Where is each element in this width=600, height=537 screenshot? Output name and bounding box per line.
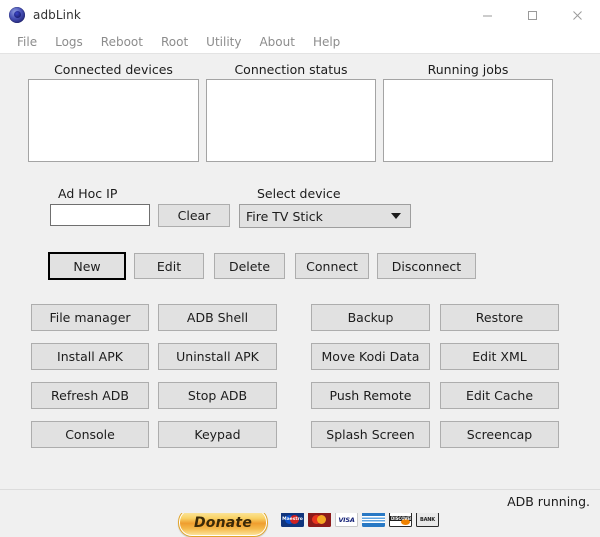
menu-item-about[interactable]: About: [250, 31, 303, 53]
chevron-down-icon: [391, 213, 401, 219]
window-controls: [465, 0, 600, 30]
menu-item-root[interactable]: Root: [152, 31, 197, 53]
bank-card-label: BANK: [420, 516, 435, 523]
stop-adb-button[interactable]: Stop ADB: [158, 382, 277, 409]
maestro-card-label: Maestro: [282, 517, 303, 522]
connection-status-list[interactable]: [206, 79, 376, 162]
main-content: Connected devices Connection status Runn…: [0, 54, 600, 537]
console-button[interactable]: Console: [31, 421, 149, 448]
visa-card-label: VISA: [338, 515, 355, 524]
close-icon[interactable]: [555, 0, 600, 30]
screencap-button[interactable]: Screencap: [440, 421, 559, 448]
disconnect-button[interactable]: Disconnect: [377, 253, 476, 279]
bank-card-icon: BANK: [416, 512, 439, 527]
select-device-value: Fire TV Stick: [246, 208, 323, 224]
install-apk-button[interactable]: Install APK: [31, 343, 149, 370]
delete-button[interactable]: Delete: [214, 253, 285, 279]
refresh-adb-button[interactable]: Refresh ADB: [31, 382, 149, 409]
menu-item-file[interactable]: File: [8, 31, 46, 53]
adhoc-ip-input[interactable]: [50, 204, 150, 226]
menu-item-utility[interactable]: Utility: [197, 31, 250, 53]
select-device-dropdown[interactable]: Fire TV Stick: [239, 204, 411, 228]
running-jobs-label: Running jobs: [427, 62, 509, 77]
move-kodi-data-button[interactable]: Move Kodi Data: [311, 343, 430, 370]
adb-shell-button[interactable]: ADB Shell: [158, 304, 277, 331]
edit-cache-button[interactable]: Edit Cache: [440, 382, 559, 409]
status-bar: ADB running.: [0, 489, 600, 513]
uninstall-apk-button[interactable]: Uninstall APK: [158, 343, 277, 370]
maestro-card-icon: Maestro: [281, 512, 304, 527]
maximize-icon[interactable]: [510, 0, 555, 30]
status-text: ADB running.: [507, 494, 590, 509]
file-manager-button[interactable]: File manager: [31, 304, 149, 331]
visa-card-icon: VISA: [335, 512, 358, 527]
menu-item-reboot[interactable]: Reboot: [92, 31, 152, 53]
connected-devices-list[interactable]: [28, 79, 199, 162]
window-title: adbLink: [33, 8, 81, 22]
select-device-label: Select device: [257, 186, 341, 201]
discover-card-label: DISCOVER: [391, 515, 412, 521]
menu-bar: File Logs Reboot Root Utility About Help: [0, 30, 600, 54]
edit-button[interactable]: Edit: [134, 253, 204, 279]
connect-button[interactable]: Connect: [295, 253, 369, 279]
restore-button[interactable]: Restore: [440, 304, 559, 331]
amex-card-icon: [362, 512, 385, 527]
minimize-icon[interactable]: [465, 0, 510, 30]
splash-screen-button[interactable]: Splash Screen: [311, 421, 430, 448]
running-jobs-list[interactable]: [383, 79, 553, 162]
keypad-button[interactable]: Keypad: [158, 421, 277, 448]
connection-status-label: Connection status: [234, 62, 348, 77]
adblink-app-icon: [9, 7, 25, 23]
connected-devices-label: Connected devices: [54, 62, 173, 77]
payment-card-icons: Maestro VISA DISCOVER BANK: [281, 512, 439, 527]
clear-button[interactable]: Clear: [158, 204, 230, 227]
title-bar: adbLink: [0, 0, 600, 30]
adhoc-ip-label: Ad Hoc IP: [58, 186, 118, 201]
new-button[interactable]: New: [48, 252, 126, 280]
discover-card-icon: DISCOVER: [389, 512, 412, 527]
push-remote-button[interactable]: Push Remote: [311, 382, 430, 409]
menu-item-help[interactable]: Help: [304, 31, 349, 53]
backup-button[interactable]: Backup: [311, 304, 430, 331]
mastercard-card-icon: [308, 512, 331, 527]
edit-xml-button[interactable]: Edit XML: [440, 343, 559, 370]
menu-item-logs[interactable]: Logs: [46, 31, 92, 53]
